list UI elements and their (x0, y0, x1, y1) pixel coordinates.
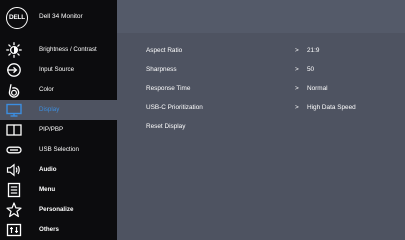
settings-panel: Aspect Ratio > 21:9 Sharpness > 50 Respo… (117, 0, 405, 240)
setting-row-sharpness[interactable]: Sharpness > 50 (117, 61, 405, 79)
setting-name: Aspect Ratio (146, 47, 183, 54)
menu-item-label: Color (39, 86, 54, 93)
setting-row-aspect-ratio[interactable]: Aspect Ratio > 21:9 (117, 42, 405, 60)
chevron-right-icon: > (295, 66, 299, 73)
setting-value: 50 (307, 66, 315, 73)
menu-item-pip-pbp[interactable]: PIP/PBP (0, 120, 117, 140)
setting-row-usb-c-prioritization[interactable]: USB-C Prioritization > High Data Speed (117, 99, 405, 117)
display-icon (6, 102, 22, 118)
menu-item-label: PIP/PBP (39, 126, 64, 133)
menu-item-label: Menu (39, 186, 56, 193)
setting-value: 21:9 (307, 47, 320, 54)
chevron-right-icon: > (295, 104, 299, 111)
input-source-icon (6, 62, 22, 78)
setting-name: USB-C Prioritization (146, 104, 203, 111)
menu-item-display[interactable]: Display (0, 100, 117, 120)
menu-item-label: Brightness / Contrast (39, 46, 97, 53)
setting-name: Response Time (146, 85, 191, 92)
menu-item-color[interactable]: Color (0, 80, 117, 100)
menu-item-brightness-contrast[interactable]: Brightness / Contrast (0, 40, 117, 60)
menu-item-usb-selection[interactable]: USB Selection (0, 140, 117, 160)
star-icon (6, 202, 22, 218)
menu-item-label: Others (39, 226, 59, 233)
monitor-name: Dell 34 Monitor (39, 13, 83, 20)
brightness-icon (6, 42, 22, 58)
menu-item-label: Input Source (39, 66, 75, 73)
usb-icon (6, 142, 22, 158)
menu-item-label: Personalize (39, 206, 74, 213)
menu-item-menu[interactable]: Menu (0, 180, 117, 200)
monitor-osd: Aspect Ratio > 21:9 Sharpness > 50 Respo… (0, 0, 405, 240)
setting-row-reset-display[interactable]: Reset Display (117, 118, 405, 136)
menu-item-label: Audio (39, 166, 57, 173)
setting-value: Normal (307, 85, 328, 92)
sidebar-menu: DELL Dell 34 Monitor Brightness / Contra… (0, 0, 117, 240)
menu-item-personalize[interactable]: Personalize (0, 200, 117, 220)
setting-row-response-time[interactable]: Response Time > Normal (117, 80, 405, 98)
color-icon (6, 82, 22, 98)
chevron-right-icon: > (295, 85, 299, 92)
setting-name: Reset Display (146, 123, 186, 130)
setting-value: High Data Speed (307, 104, 356, 111)
others-icon (6, 222, 22, 238)
chevron-right-icon: > (295, 47, 299, 54)
menu-item-label: USB Selection (39, 146, 79, 153)
setting-name: Sharpness (146, 66, 177, 73)
speaker-icon (6, 162, 22, 178)
pip-pbp-icon (6, 122, 22, 138)
menu-item-others[interactable]: Others (0, 220, 117, 240)
menu-item-label: Display (39, 106, 60, 113)
menu-item-input-source[interactable]: Input Source (0, 60, 117, 80)
dell-logo: DELL (6, 7, 28, 29)
menu-icon (6, 182, 22, 198)
menu-item-audio[interactable]: Audio (0, 160, 117, 180)
panel-header-band (117, 0, 405, 33)
